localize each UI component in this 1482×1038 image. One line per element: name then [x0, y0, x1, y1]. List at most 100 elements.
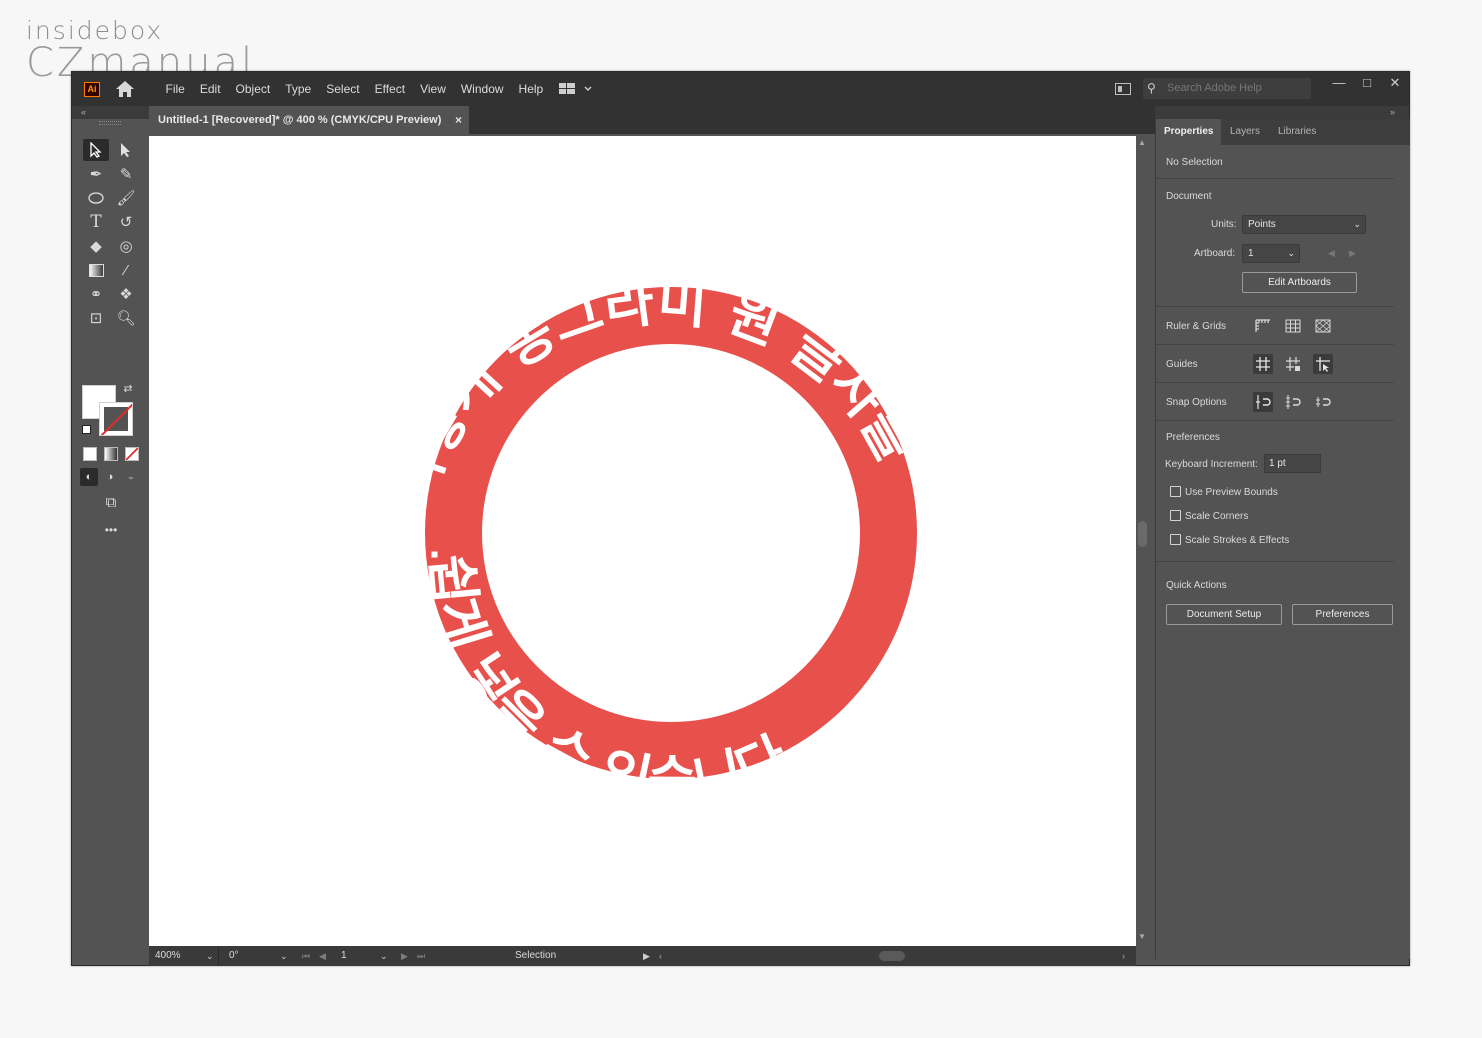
document-tab[interactable]: Untitled-1 [Recovered]* @ 400 % (CMYK/CP… [149, 106, 469, 134]
units-label: Units: [1211, 219, 1237, 230]
snap-to-glyph-icon[interactable] [1313, 392, 1333, 412]
scale-strokes-checkbox[interactable] [1170, 534, 1181, 545]
document-setup-button[interactable]: Document Setup [1166, 604, 1282, 625]
none-mode-icon[interactable] [125, 447, 139, 461]
edit-toolbar-icon[interactable]: ••• [98, 519, 124, 541]
zoom-tool-icon[interactable]: 🔍︎ [113, 307, 139, 329]
artboard-dropdown-icon[interactable]: ⌄ [380, 946, 388, 966]
ruler-icon[interactable] [1253, 316, 1273, 336]
blend-tool-icon[interactable]: ⚭ [83, 283, 109, 305]
last-artboard-icon[interactable]: ⏭ [417, 946, 425, 966]
tab-layers[interactable]: Layers [1222, 119, 1268, 145]
vertical-scrollbar[interactable]: ▲ ▼ [1136, 136, 1149, 946]
use-preview-bounds-checkbox[interactable] [1170, 486, 1181, 497]
scroll-up-icon[interactable]: ▲ [1138, 138, 1146, 147]
eraser-tool-icon[interactable]: ◆ [83, 235, 109, 257]
collapse-panels-icon[interactable]: » [1390, 106, 1395, 118]
snap-options-label: Snap Options [1166, 397, 1227, 408]
current-tool-status[interactable]: Selection [515, 946, 556, 966]
search-placeholder: Search Adobe Help [1167, 82, 1262, 94]
horizontal-scroll-thumb[interactable] [879, 951, 905, 961]
menu-type[interactable]: Type [278, 72, 319, 106]
home-icon[interactable] [115, 80, 135, 98]
artwork[interactable]: 이렇게 동그라미 원 글자를 쉽게 넣을 수 있습니다. [149, 136, 1136, 946]
default-colors-icon[interactable] [82, 425, 91, 434]
color-mode-icon[interactable] [83, 447, 97, 461]
next-artboard-icon[interactable]: ▶ [401, 946, 408, 966]
menu-window[interactable]: Window [453, 72, 511, 106]
units-select[interactable]: Points ⌄ [1242, 215, 1366, 234]
path-anchor-point[interactable] [430, 550, 439, 559]
first-artboard-icon[interactable]: ⏮ [302, 946, 310, 966]
curvature-tool-icon[interactable]: ✎ [113, 163, 139, 185]
tab-libraries[interactable]: Libraries [1270, 119, 1324, 145]
rotation-dropdown-icon[interactable]: ⌄ [280, 946, 288, 966]
pen-tool-icon[interactable]: ✒ [83, 163, 109, 185]
lock-guides-icon[interactable] [1283, 354, 1303, 374]
snap-to-point-icon[interactable] [1253, 392, 1273, 412]
artboard-canvas[interactable]: 이렇게 동그라미 원 글자를 쉽게 넣을 수 있습니다. [149, 136, 1136, 946]
rotate-tool-icon[interactable]: ↺ [113, 211, 139, 233]
type-tool-icon[interactable]: T [83, 211, 109, 233]
close-window-button[interactable]: ✕ [1381, 72, 1409, 94]
edit-artboards-button[interactable]: Edit Artboards [1242, 272, 1357, 293]
draw-inside-icon[interactable]: ◒ [122, 468, 140, 486]
direct-selection-tool-icon[interactable] [113, 139, 139, 161]
gradient-mode-icon[interactable] [104, 447, 118, 461]
smart-guides-icon[interactable] [1313, 354, 1333, 374]
preferences-section-title: Preferences [1166, 432, 1220, 443]
help-search-input[interactable]: ⚲ Search Adobe Help [1143, 78, 1311, 99]
grid-icon[interactable] [1283, 316, 1303, 336]
show-guides-icon[interactable] [1253, 354, 1273, 374]
selection-status: No Selection [1166, 157, 1223, 168]
selection-tool-icon[interactable] [83, 139, 109, 161]
workspace-switcher-icon[interactable] [559, 81, 595, 97]
eyedropper-tool-icon[interactable]: ⁄ [113, 259, 139, 281]
keyboard-increment-input[interactable]: 1 pt [1264, 454, 1321, 473]
search-icon: ⚲ [1147, 81, 1156, 95]
artboard-select[interactable]: 1 ⌄ [1242, 244, 1300, 263]
scroll-left-icon[interactable]: ‹ [659, 946, 662, 966]
menu-select[interactable]: Select [319, 72, 367, 106]
transparency-grid-icon[interactable] [1313, 316, 1333, 336]
toolbar-grip[interactable] [99, 121, 121, 125]
ellipse-tool-icon[interactable] [83, 187, 109, 209]
minimize-button[interactable]: — [1325, 72, 1353, 94]
menu-view[interactable]: View [413, 72, 454, 106]
zoom-dropdown-icon[interactable]: ⌄ [206, 946, 214, 966]
chevron-down-icon: ⌄ [1287, 248, 1295, 258]
app-logo: Ai [84, 82, 100, 97]
artboard-tool-icon[interactable]: ⊡ [83, 307, 109, 329]
tab-properties[interactable]: Properties [1156, 119, 1222, 145]
scale-corners-checkbox[interactable] [1170, 510, 1181, 521]
maximize-button[interactable]: □ [1353, 72, 1381, 94]
previous-artboard-icon[interactable]: ◀ [319, 946, 326, 966]
menu-edit[interactable]: Edit [192, 72, 228, 106]
status-bar: 400% ⌄ 0° ⌄ ⏮ ◀ 1 ⌄ ▶ ⏭ Selection ▶ ‹ › [149, 946, 1136, 966]
swap-fill-stroke-icon[interactable]: ⇄ [121, 381, 135, 395]
preferences-button[interactable]: Preferences [1292, 604, 1393, 625]
vertical-scroll-thumb[interactable] [1138, 521, 1147, 547]
arrange-documents-icon[interactable] [1115, 83, 1131, 95]
scroll-down-icon[interactable]: ▼ [1138, 932, 1146, 941]
draw-normal-icon[interactable]: ◐ [80, 468, 98, 486]
menu-effect[interactable]: Effect [367, 72, 412, 106]
draw-behind-icon[interactable]: ◑ [101, 468, 119, 486]
panel-tabs: Properties Layers Libraries [1156, 119, 1410, 145]
next-artboard-button[interactable]: ▶ [1349, 248, 1356, 259]
stroke-color-swatch[interactable] [99, 402, 133, 436]
menu-file[interactable]: File [158, 72, 192, 106]
menu-help[interactable]: Help [511, 72, 551, 106]
snap-to-pixel-icon[interactable] [1283, 392, 1303, 412]
previous-artboard-button[interactable]: ◀ [1328, 248, 1335, 259]
menu-object[interactable]: Object [228, 72, 278, 106]
status-menu-icon[interactable]: ▶ [643, 946, 650, 966]
close-tab-icon[interactable]: × [455, 106, 462, 134]
screen-mode-icon[interactable]: ⧉ [98, 491, 124, 513]
paintbrush-tool-icon[interactable]: 🖌 [113, 187, 139, 209]
lasso-tool-icon[interactable]: ◎ [113, 235, 139, 257]
collapse-toolbar-icon[interactable]: « [81, 106, 86, 118]
gradient-tool-icon[interactable] [83, 259, 109, 281]
symbol-sprayer-tool-icon[interactable]: ❖ [113, 283, 139, 305]
scroll-right-icon[interactable]: › [1122, 946, 1125, 966]
